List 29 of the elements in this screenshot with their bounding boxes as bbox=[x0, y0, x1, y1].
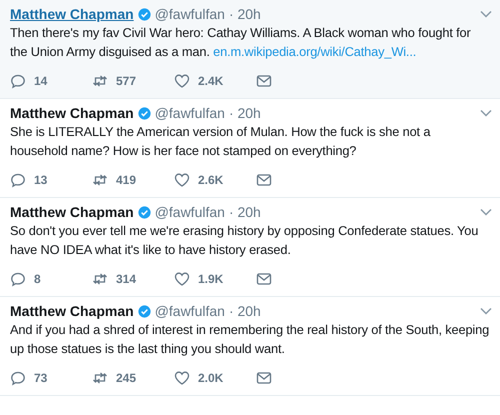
reply-count: 14 bbox=[34, 74, 48, 88]
author-name[interactable]: Matthew Chapman bbox=[10, 204, 134, 220]
tweet-link[interactable]: en.m.wikipedia.org/wiki/Cathay_Wi... bbox=[213, 44, 416, 59]
retweet-count: 314 bbox=[116, 272, 136, 286]
tweet-text: And if you had a shred of interest in remembering the real history of the South, keeping up those statues is the last thing you should want. bbox=[10, 321, 490, 358]
tweet-text: So don't you ever tell me we're erasing history by opposing Confederate statues. You have NO IDEA what it's like to have history erased. bbox=[10, 222, 480, 259]
tweet-text: Then there's my fav Civil War hero: Cathay Williams. A Black woman who fought for the Union Army disguised as a man. en.m.wikipedia.org/wiki/Cathay_Wi... bbox=[10, 24, 472, 61]
reply-count: 13 bbox=[34, 173, 48, 187]
like-count: 2.4K bbox=[198, 74, 224, 88]
author-name[interactable]: Matthew Chapman bbox=[10, 105, 134, 121]
like-count: 2.0K bbox=[198, 371, 224, 385]
timestamp[interactable]: · 20h bbox=[228, 6, 261, 22]
reply-count: 73 bbox=[34, 371, 48, 385]
author-name[interactable]: Matthew Chapman bbox=[10, 6, 134, 22]
retweet-count: 245 bbox=[116, 371, 136, 385]
like-count: 2.6K bbox=[198, 173, 224, 187]
author-handle[interactable]: @fawfulfan bbox=[154, 204, 225, 220]
author-handle[interactable]: @fawfulfan bbox=[154, 105, 225, 121]
author-handle[interactable]: @fawfulfan bbox=[154, 6, 225, 22]
like-count: 1.9K bbox=[198, 272, 224, 286]
reply-count: 8 bbox=[34, 272, 41, 286]
timestamp[interactable]: · 20h bbox=[228, 105, 261, 121]
timestamp[interactable]: · 20h bbox=[228, 204, 261, 220]
author-handle[interactable]: @fawfulfan bbox=[154, 303, 225, 319]
author-name[interactable]: Matthew Chapman bbox=[10, 303, 134, 319]
timestamp[interactable]: · 20h bbox=[228, 303, 261, 319]
tweet-text: She is LITERALLY the American version of Mulan. How the fuck is she not a household name? How is her face not stamped on everything? bbox=[10, 123, 432, 160]
retweet-count: 419 bbox=[116, 173, 136, 187]
retweet-count: 577 bbox=[116, 74, 136, 88]
